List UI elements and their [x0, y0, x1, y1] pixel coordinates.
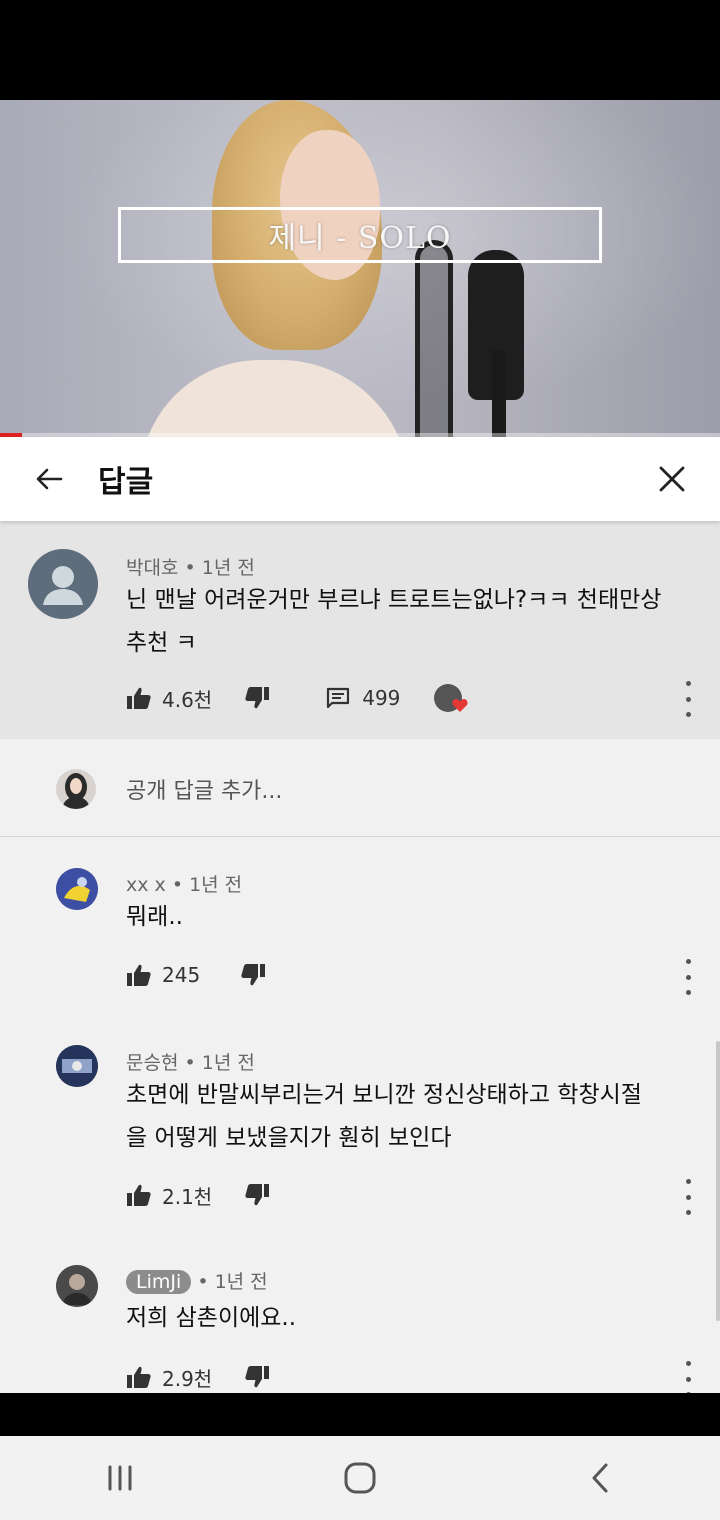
thumbs-up-icon — [127, 964, 151, 986]
panel-title: 답글 — [98, 465, 154, 500]
reply-time: 1년 전 — [214, 1271, 268, 1293]
replies-header: 답글 — [0, 437, 720, 521]
comment-body: 닌 맨날 어려운거만 부르냐 트로트는없나?ㅋㅋ 천태만상 추천 ㅋ — [126, 579, 661, 665]
reply-avatar[interactable] — [56, 1045, 98, 1087]
comment-time: 1년 전 — [201, 557, 255, 579]
arrow-left-icon — [36, 468, 63, 490]
video-title-text: 제니 - SOLO — [268, 221, 452, 256]
comment-text-line: 추천 ㅋ — [126, 630, 197, 656]
reply-avatar[interactable] — [56, 868, 98, 910]
video-title-overlay: 제니 - SOLO — [118, 207, 602, 263]
parent-comment: 박대호 • 1년 전 닌 맨날 어려운거만 부르냐 트로트는없나?ㅋㅋ 천태만상… — [0, 521, 720, 739]
like-count: 245 — [162, 963, 201, 987]
like-button[interactable]: 2.1천 — [126, 1181, 212, 1210]
like-button[interactable]: 2.9천 — [126, 1363, 212, 1392]
system-nav-bar — [0, 1436, 720, 1520]
thumbs-up-icon — [127, 1184, 151, 1206]
user-avatar — [56, 769, 96, 809]
status-bar-area — [0, 0, 720, 100]
separator-dot: • — [184, 557, 202, 579]
comment-icon — [327, 687, 350, 709]
reply-time: 1년 전 — [189, 874, 243, 896]
close-icon — [659, 466, 685, 492]
dislike-button[interactable] — [240, 963, 266, 987]
more-options-button[interactable] — [678, 681, 698, 717]
reply-body: 저희 삼촌이에요.. — [126, 1297, 296, 1340]
reply-text-line: 초면에 반말씨부리는거 보니깐 정신상태하고 학창시절 — [126, 1082, 642, 1108]
thumbs-down-icon — [245, 1366, 270, 1388]
heart-icon — [452, 699, 468, 712]
home-icon — [344, 1462, 376, 1494]
reply-actions: 245 — [126, 955, 266, 995]
reply-text-line: 을 어떻게 보냈을지가 훤히 보인다 — [126, 1125, 452, 1151]
dislike-button[interactable] — [244, 1183, 270, 1207]
home-button[interactable] — [320, 1448, 400, 1508]
like-count: 2.9천 — [162, 1366, 213, 1391]
comment-actions: 4.6천 499 — [126, 678, 468, 718]
like-count: 2.1천 — [162, 1184, 213, 1209]
reply-author-highlighted[interactable]: LimJi — [126, 1270, 192, 1294]
like-button[interactable]: 4.6천 — [126, 684, 212, 713]
reply-meta: xx x • 1년 전 — [126, 874, 243, 896]
bottom-black-bar — [0, 1393, 720, 1436]
like-count: 4.6천 — [162, 687, 213, 712]
scrollbar[interactable] — [716, 1041, 720, 1321]
default-avatar-icon[interactable] — [28, 549, 98, 619]
back-button[interactable] — [0, 437, 98, 521]
reply-avatar[interactable] — [56, 1265, 98, 1307]
reply-count: 499 — [362, 686, 401, 710]
reply-text-line: 저희 삼촌이에요.. — [126, 1305, 297, 1331]
reply-meta: LimJi • 1년 전 — [126, 1267, 268, 1294]
reply-actions: 2.1천 — [126, 1175, 270, 1215]
reply-meta: 문승현 • 1년 전 — [126, 1052, 255, 1074]
thumbs-up-icon — [127, 687, 151, 709]
reply-time: 1년 전 — [201, 1052, 255, 1074]
reply-input-placeholder[interactable]: 공개 답글 추가... — [126, 773, 282, 805]
reply-text-line: 뭐래.. — [126, 904, 183, 930]
thumbs-down-icon — [245, 1184, 270, 1206]
like-button[interactable]: 245 — [126, 963, 200, 987]
reply-actions: 2.9천 — [126, 1357, 270, 1393]
chevron-left-icon — [592, 1463, 608, 1493]
reply-author[interactable]: xx x — [126, 874, 166, 896]
recent-apps-icon — [108, 1465, 132, 1491]
comment-meta: 박대호 • 1년 전 — [126, 553, 255, 580]
thumbs-down-icon — [245, 687, 270, 709]
comments-list[interactable]: 박대호 • 1년 전 닌 맨날 어려운거만 부르냐 트로트는없나?ㅋㅋ 천태만상… — [0, 521, 720, 1393]
reply-body: 초면에 반말씨부리는거 보니깐 정신상태하고 학창시절 을 어떻게 보냈을지가 … — [126, 1074, 642, 1160]
thumbs-up-icon — [127, 1366, 151, 1388]
thumbs-down-icon — [241, 964, 266, 986]
close-button[interactable] — [652, 459, 692, 499]
microphone-stand — [492, 350, 506, 437]
creator-heart — [434, 684, 468, 712]
more-options-button[interactable] — [678, 959, 698, 995]
reply-body: 뭐래.. — [126, 896, 183, 939]
dislike-button[interactable] — [244, 686, 270, 710]
comment-text-line: 닌 맨날 어려운거만 부르냐 트로트는없나?ㅋㅋ 천태만상 — [126, 587, 662, 613]
more-options-button[interactable] — [678, 1179, 698, 1215]
reply-author[interactable]: 문승현 — [126, 1052, 178, 1074]
recent-apps-button[interactable] — [80, 1448, 160, 1508]
pop-filter — [415, 240, 453, 437]
back-nav-button[interactable] — [560, 1448, 640, 1508]
more-options-button[interactable] — [678, 1361, 698, 1393]
video-player[interactable]: 제니 - SOLO — [0, 100, 720, 437]
add-reply-bar[interactable]: 공개 답글 추가... — [0, 739, 720, 837]
replies-button[interactable]: 499 — [326, 686, 400, 710]
comment-author[interactable]: 박대호 — [126, 557, 178, 579]
dislike-button[interactable] — [244, 1365, 270, 1389]
